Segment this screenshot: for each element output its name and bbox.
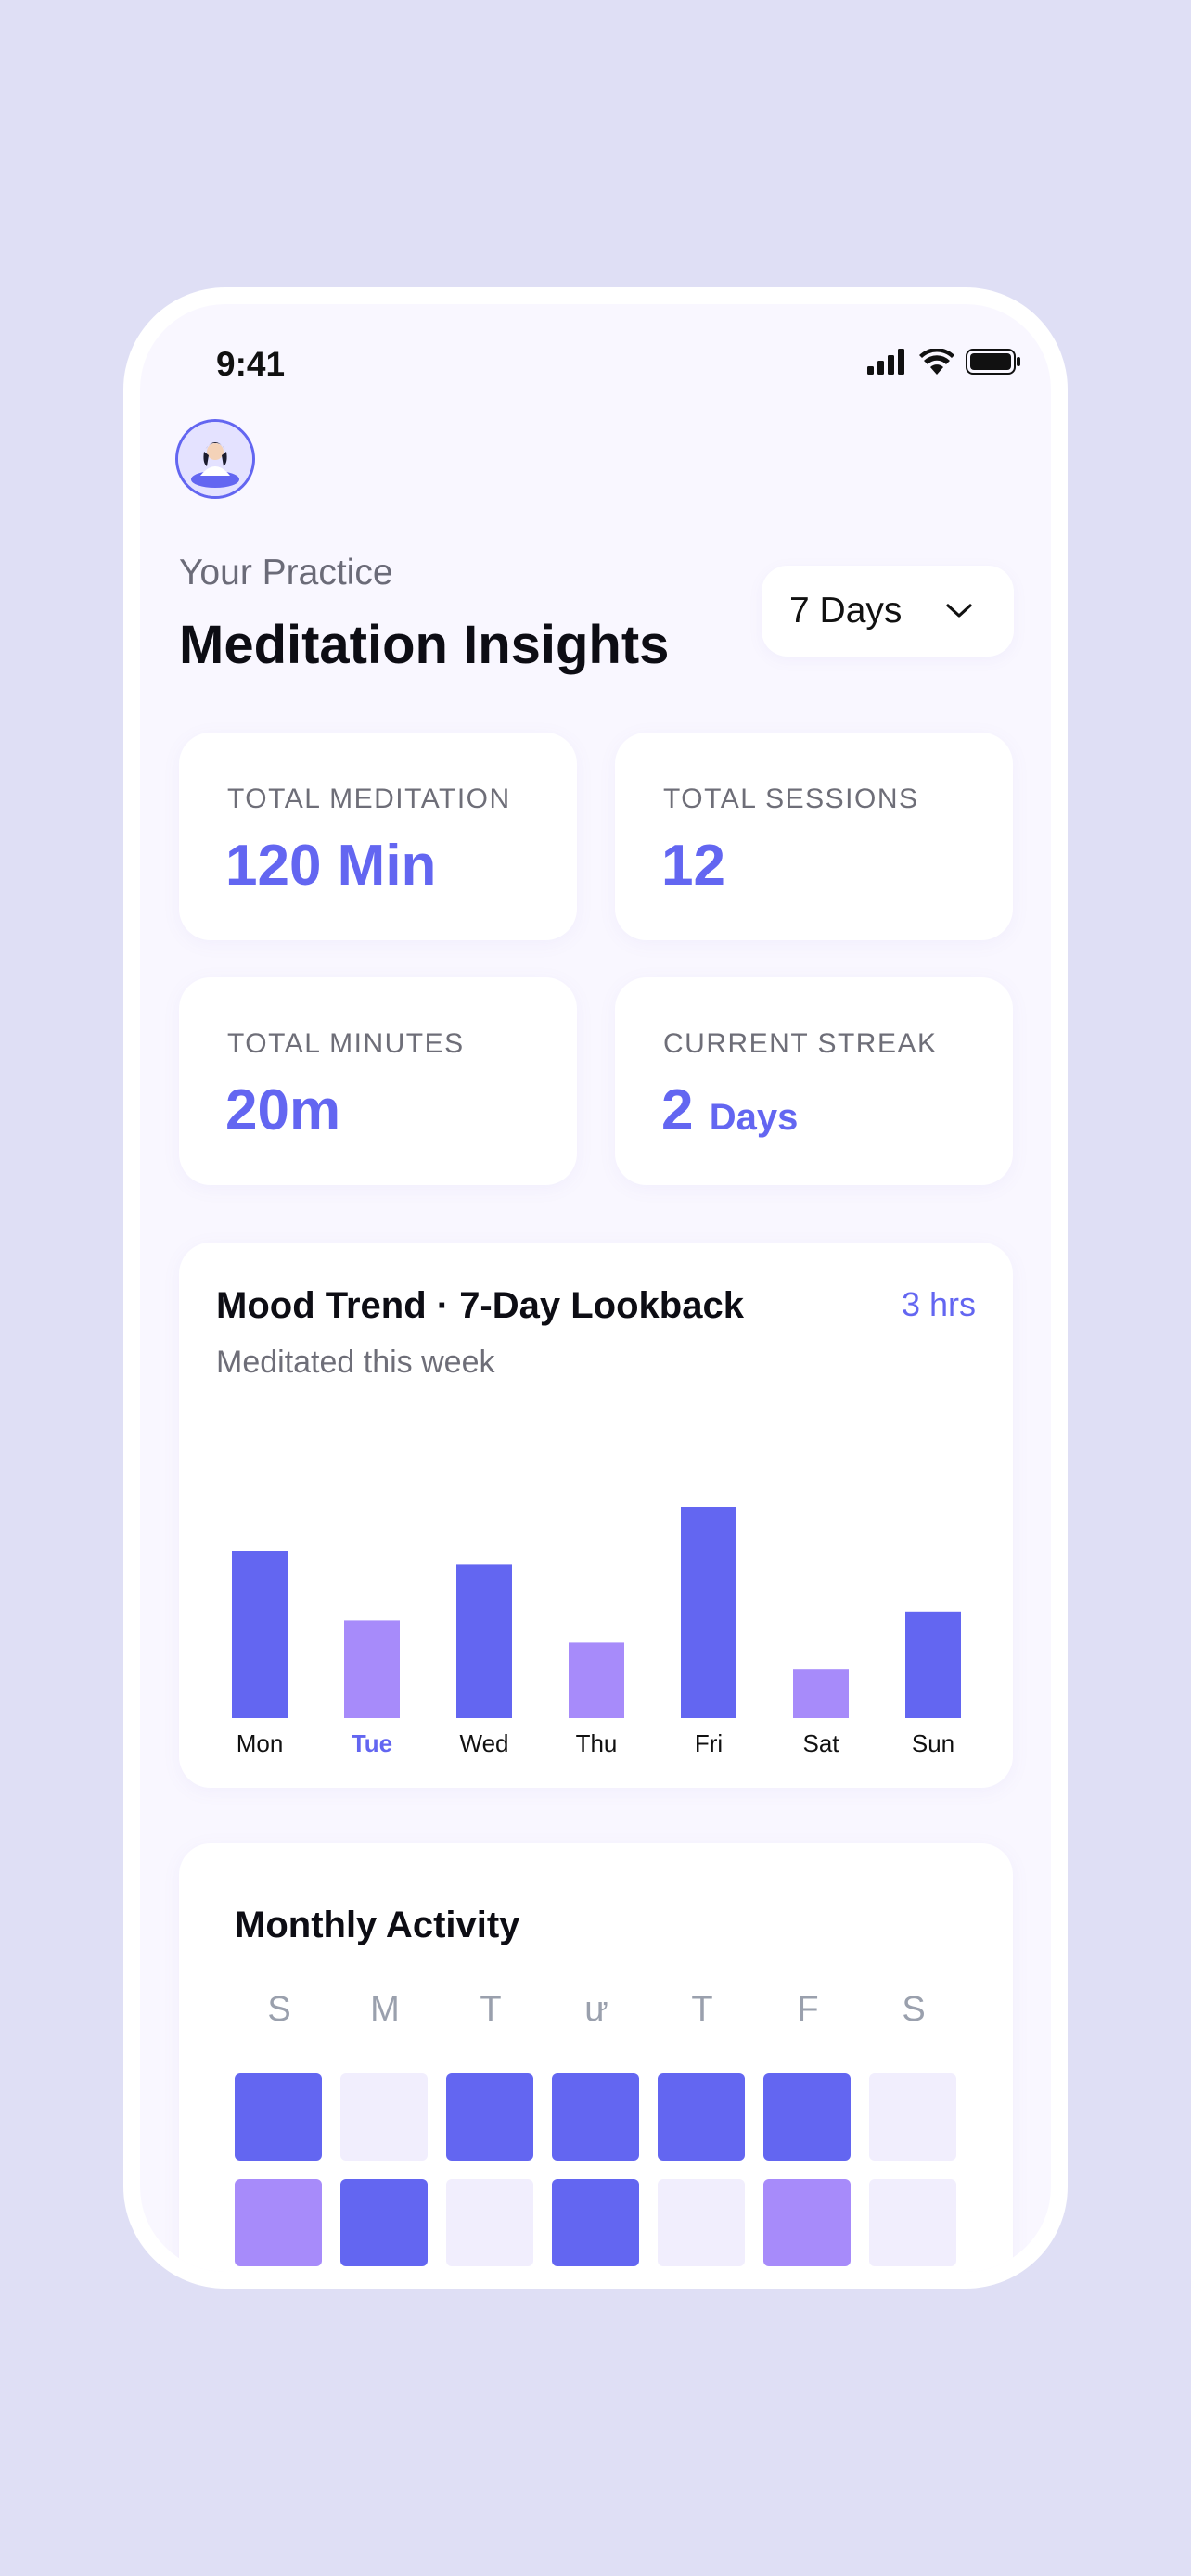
battery-icon <box>966 349 1020 375</box>
meditating-person-icon <box>178 422 252 496</box>
weekday-label: T <box>691 1990 713 2029</box>
mood-trend-card: Mood Trend · 7-Day Lookback Meditated th… <box>179 1243 1013 1788</box>
tick-label-fri: Fri <box>695 1729 723 1757</box>
tick-label-mon: Mon <box>237 1729 284 1757</box>
status-time: 9:41 <box>216 345 286 383</box>
bar-wed[interactable] <box>456 1564 512 1718</box>
activity-cell[interactable] <box>552 2073 639 2161</box>
range-dropdown[interactable]: 7 Days <box>762 566 1014 657</box>
activity-cell[interactable] <box>340 2073 428 2161</box>
weekday-label: S <box>267 1990 291 2029</box>
activity-cell[interactable] <box>869 2179 956 2266</box>
activity-cell[interactable] <box>658 2073 745 2161</box>
activity-cell[interactable] <box>446 2073 533 2161</box>
stat-value: 12 <box>661 834 725 898</box>
stat-label: TOTAL MEDITATION <box>227 784 511 814</box>
stat-unit: Days <box>709 1097 799 1138</box>
activity-cell[interactable] <box>763 2179 851 2266</box>
bar-fri[interactable] <box>681 1507 736 1718</box>
weekday-label: ư <box>584 1990 608 2029</box>
tick-label-sat: Sat <box>802 1729 839 1757</box>
activity-cell[interactable] <box>763 2073 851 2161</box>
phone-frame: 9:41 Your Practice Meditation Insights 7… <box>123 287 1068 2289</box>
tick-label-wed: Wed <box>460 1729 509 1757</box>
bar-thu[interactable] <box>569 1642 624 1718</box>
stat-card-current-streak[interactable]: CURRENT STREAK 2 Days <box>615 977 1013 1185</box>
stat-label: CURRENT STREAK <box>663 1028 938 1059</box>
weekday-label: M <box>370 1990 400 2029</box>
app-screen: 9:41 Your Practice Meditation Insights 7… <box>140 304 1051 2272</box>
stat-value: 2 Days <box>661 1078 799 1142</box>
bar-mon[interactable] <box>232 1551 288 1718</box>
activity-cell[interactable] <box>552 2179 639 2266</box>
weekday-label: F <box>797 1990 819 2029</box>
mood-bar-chart: Mon Tue Wed Thu Fri Sat Sun <box>232 1507 961 1757</box>
signal-icon <box>867 349 904 375</box>
bar-sat[interactable] <box>793 1669 849 1718</box>
stat-value: 120 Min <box>225 834 437 898</box>
weekday-label: S <box>902 1990 926 2029</box>
bar-sun[interactable] <box>905 1611 961 1718</box>
avatar[interactable] <box>175 419 255 499</box>
activity-cell[interactable] <box>658 2179 745 2266</box>
stat-card-total-meditation[interactable]: TOTAL MEDITATION 120 Min <box>179 733 577 940</box>
stat-label: TOTAL SESSIONS <box>663 784 919 814</box>
tick-label-thu: Thu <box>576 1729 618 1757</box>
monthly-activity-card: Monthly Activity S M Tư T F S <box>179 1843 1013 2272</box>
stat-label: TOTAL MINUTES <box>227 1028 465 1059</box>
activity-cell[interactable] <box>869 2073 956 2161</box>
chevron-down-icon <box>946 604 972 618</box>
weekday-label: T <box>480 1990 502 2029</box>
tick-label-tue: Tue <box>352 1729 392 1757</box>
stat-card-total-sessions[interactable]: TOTAL SESSIONS 12 <box>615 733 1013 940</box>
stat-card-total-minutes[interactable]: TOTAL MINUTES 20m <box>179 977 577 1185</box>
activity-cell[interactable] <box>235 2073 322 2161</box>
page-subtitle: Your Practice <box>179 553 393 593</box>
status-icons <box>867 349 1021 375</box>
activity-cell[interactable] <box>235 2179 322 2266</box>
activity-cell[interactable] <box>446 2179 533 2266</box>
activity-cell[interactable] <box>340 2179 428 2266</box>
range-dropdown-value: 7 Days <box>789 591 903 631</box>
stat-value: 20m <box>225 1078 341 1142</box>
page-title: Meditation Insights <box>179 615 670 675</box>
monthly-title: Monthly Activity <box>235 1905 520 1945</box>
bar-tue[interactable] <box>344 1620 400 1718</box>
tick-label-sun: Sun <box>912 1729 954 1757</box>
wifi-icon <box>919 349 954 375</box>
